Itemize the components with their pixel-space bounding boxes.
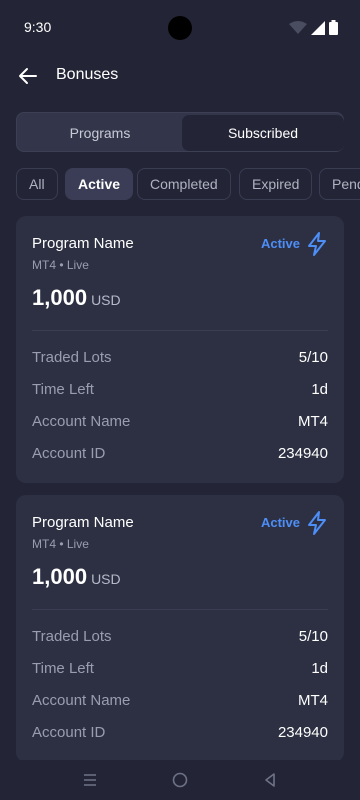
bonus-amount: 1,000 USD: [32, 285, 121, 311]
status-badge: Active: [260, 236, 300, 251]
wifi-icon: [289, 20, 307, 34]
back-icon[interactable]: [260, 770, 280, 790]
filter-chip-completed[interactable]: Completed: [137, 168, 231, 200]
status-time: 9:30: [24, 19, 52, 35]
amount-value: 1,000: [32, 285, 88, 310]
signal-icon: [311, 20, 325, 35]
detail-row-account-name: Account Name MT4: [32, 692, 328, 712]
segmented-control: Programs Subscribed: [16, 112, 344, 152]
detail-row-time-left: Time Left 1d: [32, 381, 328, 401]
amount-currency: USD: [91, 571, 121, 587]
battery-icon: [329, 20, 338, 35]
detail-label: Account Name: [32, 413, 131, 430]
detail-row-account-name: Account Name MT4: [32, 413, 328, 433]
bonus-card[interactable]: Program Name MT4 • Live 1,000 USD Active …: [16, 216, 344, 483]
tab-programs[interactable]: Programs: [19, 115, 181, 151]
detail-label: Account ID: [32, 724, 106, 741]
detail-row-time-left: Time Left 1d: [32, 660, 328, 680]
home-icon[interactable]: [170, 770, 190, 790]
program-subtitle: MT4 • Live: [32, 258, 89, 272]
card-divider: [32, 330, 328, 331]
detail-value: 1d: [311, 381, 328, 398]
detail-value: 5/10: [298, 349, 328, 366]
amount-value: 1,000: [32, 564, 88, 589]
detail-value: MT4: [298, 413, 328, 430]
back-arrow-icon[interactable]: [14, 62, 42, 90]
program-subtitle: MT4 • Live: [32, 537, 89, 551]
bonus-amount: 1,000 USD: [32, 564, 121, 590]
detail-row-traded-lots: Traded Lots 5/10: [32, 349, 328, 369]
detail-value: 5/10: [298, 628, 328, 645]
program-name: Program Name: [32, 235, 134, 252]
filter-chip-all[interactable]: All: [16, 168, 58, 200]
app-header: Bonuses: [0, 56, 360, 96]
bonus-card[interactable]: Program Name MT4 • Live 1,000 USD Active …: [16, 495, 344, 762]
menu-icon[interactable]: [80, 770, 100, 790]
filter-chips: All Active Completed Expired Pending: [16, 168, 360, 200]
detail-row-traded-lots: Traded Lots 5/10: [32, 628, 328, 648]
detail-row-account-id: Account ID 234940: [32, 724, 328, 744]
status-badge: Active: [260, 515, 300, 530]
program-name: Program Name: [32, 514, 134, 531]
bolt-icon: [308, 232, 326, 256]
detail-value: 1d: [311, 660, 328, 677]
filter-chip-expired[interactable]: Expired: [239, 168, 313, 200]
detail-label: Time Left: [32, 660, 94, 677]
filter-chip-pending[interactable]: Pending: [319, 168, 360, 200]
tab-subscribed[interactable]: Subscribed: [182, 115, 344, 151]
camera-cutout: [168, 16, 192, 40]
page-title: Bonuses: [56, 66, 119, 83]
card-divider: [32, 609, 328, 610]
status-bar: 9:30: [0, 0, 360, 56]
status-icons: [289, 20, 338, 35]
detail-label: Account ID: [32, 445, 106, 462]
system-nav-bar: [0, 760, 360, 800]
amount-currency: USD: [91, 292, 121, 308]
detail-label: Time Left: [32, 381, 94, 398]
detail-label: Traded Lots: [32, 349, 112, 366]
detail-row-account-id: Account ID 234940: [32, 445, 328, 465]
detail-label: Account Name: [32, 692, 131, 709]
detail-label: Traded Lots: [32, 628, 112, 645]
filter-chip-active[interactable]: Active: [65, 168, 134, 200]
detail-value: 234940: [277, 445, 328, 462]
bolt-icon: [308, 511, 326, 535]
detail-value: MT4: [298, 692, 328, 709]
detail-value: 234940: [277, 724, 328, 741]
